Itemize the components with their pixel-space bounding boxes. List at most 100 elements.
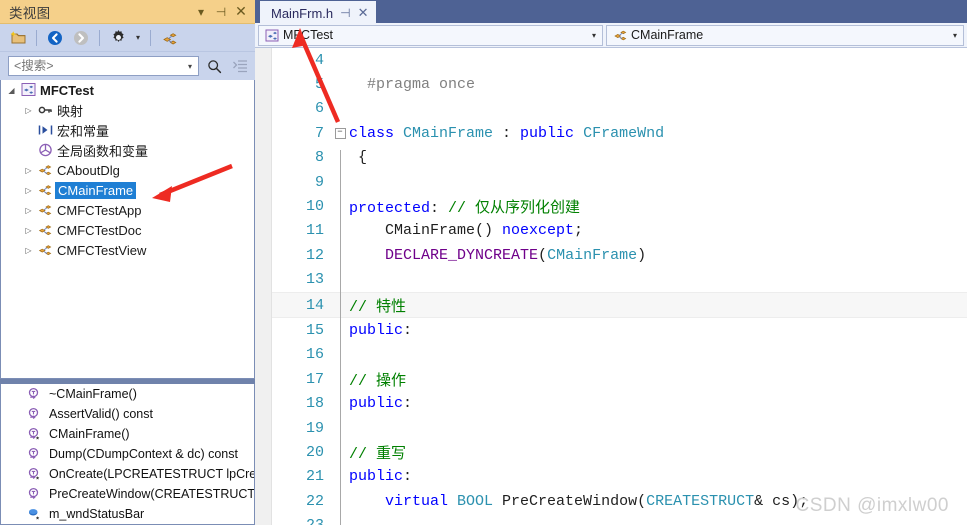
line-number: 7 (314, 124, 324, 142)
line-number: 4 (314, 51, 324, 69)
class-view-toolbar: ▾ (0, 24, 255, 52)
fold-collapse-icon[interactable]: − (333, 127, 347, 139)
search-input[interactable] (14, 59, 184, 73)
tree-item-label: 映射 (57, 103, 84, 119)
code-text: public: (349, 321, 413, 339)
class-view-title-bar: 类视图 ▾ ⊣ ✕ (0, 0, 255, 24)
list-item[interactable]: AssertValid() const (1, 404, 254, 424)
member-label: Dump(CDumpContext & dc) const (49, 447, 238, 461)
gear-icon[interactable] (106, 27, 130, 49)
code-line[interactable]: 12 DECLARE_DYNCREATE(CMainFrame) (272, 243, 967, 267)
list-item[interactable]: CMainFrame() (1, 424, 254, 444)
new-folder-icon[interactable] (6, 27, 30, 49)
code-line[interactable]: 6 (272, 97, 967, 121)
class-tree[interactable]: ◢ MFCTest ▷ 映射 宏和常量 全局函数和变量 ▷ CAboutDlg ▷ CMainFr… (0, 80, 255, 379)
list-item[interactable]: PreCreateWindow(CREATESTRUCT & (1, 484, 254, 504)
tree-item-label: CMFCTestView (57, 242, 147, 258)
expander-icon[interactable]: ▷ (22, 106, 35, 115)
panel-close-icon[interactable]: ✕ (231, 2, 251, 22)
tab-close-icon[interactable]: ✕ (358, 5, 369, 21)
code-line[interactable]: 11 CMainFrame() noexcept; (272, 219, 967, 243)
tree-item-cmfctestview[interactable]: ▷ CMFCTestView (1, 240, 254, 260)
tree-item--[interactable]: ▷ 映射 (1, 100, 254, 120)
project-combo[interactable]: MFCTest ▾ (258, 24, 603, 46)
code-line[interactable]: 10 protected: // 仅从序列化创建 (272, 194, 967, 218)
class-icon[interactable] (157, 27, 181, 49)
method-icon (23, 387, 45, 401)
line-number: 22 (305, 492, 324, 510)
code-line[interactable]: 17 // 操作 (272, 367, 967, 391)
class-combo-caret[interactable]: ▾ (949, 31, 961, 40)
list-item[interactable]: Dump(CDumpContext & dc) const (1, 444, 254, 464)
forward-arrow-icon (69, 27, 93, 49)
member-label: m_wndStatusBar (49, 507, 145, 521)
line-number: 12 (305, 246, 324, 264)
search-icon[interactable] (203, 55, 225, 77)
back-arrow-icon[interactable] (43, 27, 67, 49)
tree-item-cmfctestapp[interactable]: ▷ CMFCTestApp (1, 200, 254, 220)
project-combo-caret[interactable]: ▾ (588, 31, 600, 40)
expander-icon[interactable]: ▷ (22, 206, 35, 215)
gear-dropdown-icon[interactable]: ▾ (132, 27, 144, 49)
code-line[interactable]: 19 (272, 416, 967, 440)
code-text: // 重写 (349, 445, 407, 463)
toolbar-separator-2 (99, 29, 100, 46)
list-item[interactable]: OnCreate(LPCREATESTRUCT lpCreat (1, 464, 254, 484)
code-line[interactable]: 14 // 特性 (272, 291, 967, 319)
member-label: AssertValid() const (49, 407, 153, 421)
expander-icon[interactable]: ▷ (22, 226, 35, 235)
code-line[interactable]: 9 (272, 170, 967, 194)
tree-item-mfctest[interactable]: ◢ MFCTest (1, 80, 254, 100)
tab-pin-icon[interactable]: ⊣ (340, 6, 350, 20)
code-text: // 特性 (349, 298, 407, 316)
panel-pin-icon[interactable]: ⊣ (211, 2, 231, 22)
expander-icon[interactable]: ▷ (22, 166, 35, 175)
code-line[interactable]: 4 (272, 48, 967, 72)
list-item[interactable]: m_wndStatusBar (1, 504, 254, 524)
search-history-dropdown-icon[interactable]: ▾ (184, 62, 196, 71)
expander-icon[interactable]: ▷ (22, 246, 35, 255)
code-line[interactable]: 21 public: (272, 465, 967, 489)
class-combo[interactable]: CMainFrame ▾ (606, 24, 964, 46)
tree-item-cmainframe[interactable]: ▷ CMainFrame (1, 180, 254, 200)
field-protected-icon (23, 507, 45, 521)
code-line[interactable]: 13 (272, 268, 967, 292)
code-line[interactable]: 15 public: (272, 318, 967, 342)
member-label: OnCreate(LPCREATESTRUCT lpCreat (49, 467, 255, 481)
tree-item-cmfctestdoc[interactable]: ▷ CMFCTestDoc (1, 220, 254, 240)
tree-item--[interactable]: 全局函数和变量 (1, 140, 254, 160)
code-text: CMainFrame() noexcept; (349, 222, 584, 240)
code-line[interactable]: 7− class CMainFrame : public CFrameWnd (272, 121, 967, 145)
editor-navigation-bar: MFCTest ▾ CMainFrame ▾ (255, 23, 967, 48)
class-view-panel: 类视图 ▾ ⊣ ✕ ▾ <搜索> ▾ ◢ MFCTest ▷ 映射 宏和常量 全… (0, 0, 255, 525)
code-line[interactable]: 5 #pragma once (272, 72, 967, 96)
code-text: // 操作 (349, 372, 407, 390)
line-number: 17 (305, 370, 324, 388)
list-item[interactable]: ~CMainFrame() (1, 384, 254, 404)
code-line[interactable]: 20 // 重写 (272, 440, 967, 464)
expander-icon[interactable]: ◢ (5, 86, 18, 95)
tab-mainfrm-h[interactable]: MainFrm.h ⊣ ✕ (260, 1, 377, 23)
class-icon (35, 183, 55, 197)
code-line[interactable]: 8 { (272, 146, 967, 170)
code-line[interactable]: 18 public: (272, 391, 967, 415)
code-text: #pragma once (367, 76, 476, 94)
line-number: 20 (305, 443, 324, 461)
expander-icon[interactable]: ▷ (22, 186, 35, 195)
code-line[interactable]: 23 (272, 513, 967, 525)
code-line[interactable]: 22 virtual BOOL PreCreateWindow(CREATEST… (272, 489, 967, 513)
editor-tab-strip: MainFrm.h ⊣ ✕ (255, 0, 967, 23)
tab-label: MainFrm.h (271, 5, 334, 21)
tree-item--[interactable]: 宏和常量 (1, 120, 254, 140)
search-box[interactable]: ▾ (8, 56, 199, 76)
code-line[interactable]: 16 (272, 343, 967, 367)
code-text: public: (349, 468, 413, 486)
panel-dropdown-icon[interactable]: ▾ (191, 2, 211, 22)
code-surface[interactable]: 4 5 #pragma once 6 7− class CMainFrame : pub… (255, 48, 967, 525)
line-number: 18 (305, 395, 324, 413)
class-icon (35, 223, 55, 237)
filter-list-icon[interactable] (229, 55, 251, 77)
member-list[interactable]: ~CMainFrame() AssertValid() const CMainFra… (0, 384, 255, 525)
tree-item-caboutdlg[interactable]: ▷ CAboutDlg (1, 160, 254, 180)
line-number: 15 (305, 321, 324, 339)
